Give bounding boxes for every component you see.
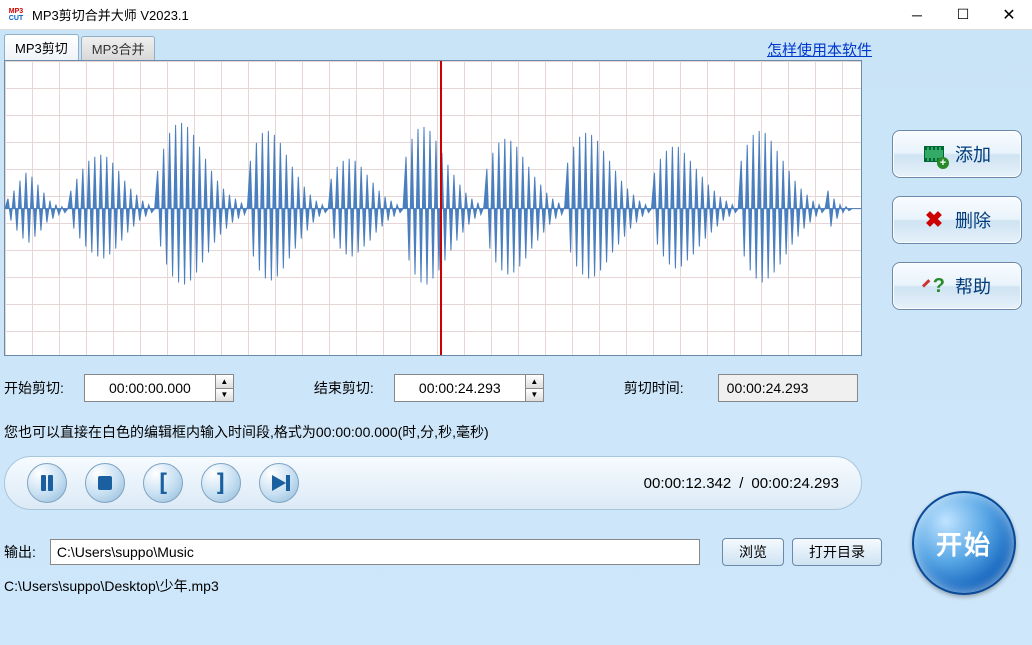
add-button[interactable]: + 添加 — [892, 130, 1022, 178]
start-time-label: 开始剪切: — [4, 378, 64, 398]
mark-start-button[interactable]: [ — [143, 463, 183, 503]
tab-merge[interactable]: MP3合并 — [81, 36, 156, 60]
app-logo-icon: MP3 CUT — [6, 5, 26, 25]
output-label: 输出: — [4, 542, 36, 562]
source-file-path: C:\Users\suppo\Desktop\少年.mp3 — [4, 576, 882, 596]
duration-label: 剪切时间: — [624, 378, 684, 398]
help-icon: ? — [923, 275, 945, 297]
client-area: MP3剪切 MP3合并 怎样使用本软件 开始剪切: ▲ ▼ — [0, 30, 1032, 645]
end-time-up[interactable]: ▲ — [526, 375, 543, 389]
add-icon: + — [923, 143, 945, 165]
start-time-input[interactable] — [84, 374, 216, 402]
duration-display: 00:00:24.293 — [718, 374, 858, 402]
mark-end-button[interactable]: ] — [201, 463, 241, 503]
play-position: 00:00:12.342 — [644, 475, 732, 492]
format-hint: 您也可以直接在白色的编辑框内输入时间段,格式为00:00:00.000(时,分,… — [4, 422, 882, 442]
tab-row: MP3剪切 MP3合并 怎样使用本软件 — [4, 34, 882, 60]
start-time-up[interactable]: ▲ — [216, 375, 233, 389]
stop-button[interactable] — [85, 463, 125, 503]
waveform-display[interactable] — [4, 60, 862, 356]
time-controls-row: 开始剪切: ▲ ▼ 结束剪切: ▲ ▼ 剪切时间: 00:00:24.293 — [4, 374, 882, 402]
minimize-button[interactable]: ─ — [894, 0, 940, 30]
close-button[interactable]: ✕ — [986, 0, 1032, 30]
output-path-input[interactable] — [50, 539, 700, 565]
playhead-cursor[interactable] — [440, 61, 442, 355]
help-button[interactable]: ? 帮助 — [892, 262, 1022, 310]
player-bar: [ ] 00:00:12.342 / 00:00:24.293 — [4, 456, 862, 510]
browse-button[interactable]: 浏览 — [722, 538, 784, 566]
open-dir-button[interactable]: 打开目录 — [792, 538, 882, 566]
time-separator: / — [739, 475, 743, 492]
start-time-down[interactable]: ▼ — [216, 389, 233, 402]
add-button-label: 添加 — [955, 141, 991, 167]
waveform-svg — [5, 61, 861, 356]
delete-button[interactable]: ✖ 删除 — [892, 196, 1022, 244]
start-button[interactable]: 开始 — [912, 491, 1016, 595]
play-button[interactable] — [259, 463, 299, 503]
titlebar: MP3 CUT MP3剪切合并大师 V2023.1 ─ ☐ ✕ — [0, 0, 1032, 30]
side-buttons: + 添加 ✖ 删除 ? 帮助 — [892, 130, 1022, 310]
output-row: 输出: 浏览 打开目录 — [4, 538, 882, 566]
end-time-label: 结束剪切: — [314, 378, 374, 398]
maximize-button[interactable]: ☐ — [940, 0, 986, 30]
play-total: 00:00:24.293 — [751, 475, 839, 492]
end-time-down[interactable]: ▼ — [526, 389, 543, 402]
how-to-use-link[interactable]: 怎样使用本软件 — [767, 39, 882, 60]
end-time-input[interactable] — [394, 374, 526, 402]
tab-cut[interactable]: MP3剪切 — [4, 34, 79, 60]
delete-icon: ✖ — [923, 209, 945, 231]
delete-button-label: 删除 — [955, 207, 991, 233]
pause-button[interactable] — [27, 463, 67, 503]
window-title: MP3剪切合并大师 V2023.1 — [32, 5, 894, 24]
help-button-label: 帮助 — [955, 273, 991, 299]
